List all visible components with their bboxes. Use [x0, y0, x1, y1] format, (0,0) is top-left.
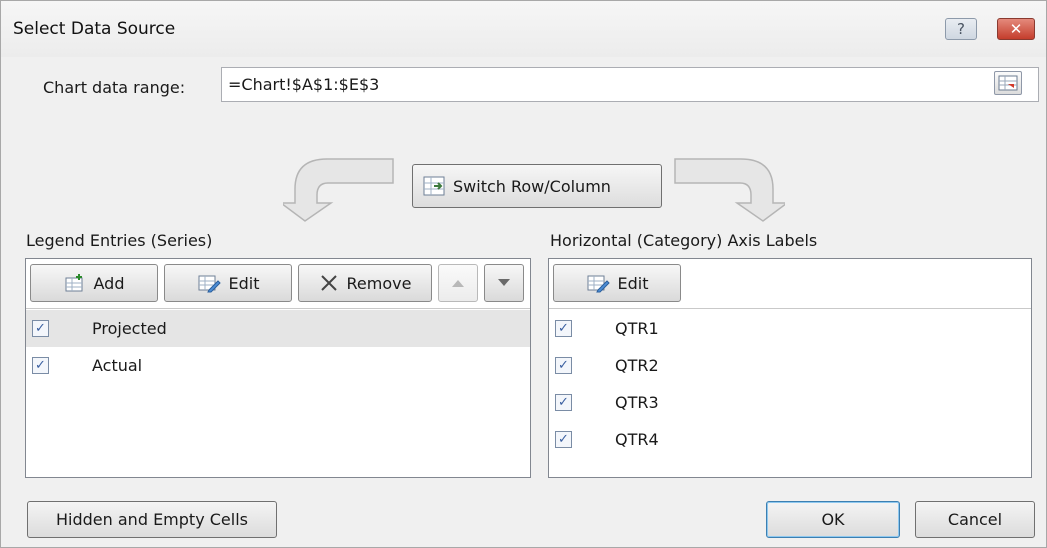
arrow-up-icon	[452, 280, 464, 287]
hidden-empty-cells-button[interactable]: Hidden and Empty Cells	[27, 501, 277, 538]
legend-row-actual[interactable]: ✓ Actual	[26, 347, 530, 384]
chart-data-range-label: Chart data range:	[43, 78, 186, 97]
switch-row-column-button[interactable]: Switch Row/Column	[412, 164, 662, 208]
chart-data-range-input[interactable]: =Chart!$A$1:$E$3	[221, 67, 1039, 102]
add-series-button[interactable]: Add	[30, 264, 158, 302]
switch-row-column-label: Switch Row/Column	[453, 176, 611, 196]
legend-item-label: Projected	[92, 319, 167, 338]
legend-entries-label: Legend Entries (Series)	[26, 231, 213, 250]
close-icon: ✕	[1009, 20, 1023, 38]
curved-arrow-right-icon	[674, 158, 785, 222]
dialog-title: Select Data Source	[13, 19, 176, 39]
add-series-label: Add	[93, 273, 125, 293]
axis-labels-panel: Edit ✓ QTR1 ✓ QTR2 ✓ QTR3 ✓ QTR4	[548, 258, 1032, 478]
actual-checkbox[interactable]: ✓	[32, 357, 49, 374]
switch-row-column-icon	[423, 176, 445, 196]
edit-table-icon	[198, 275, 221, 293]
edit-series-label: Edit	[228, 273, 260, 293]
cancel-button[interactable]: Cancel	[915, 501, 1035, 538]
qtr4-checkbox[interactable]: ✓	[555, 431, 572, 448]
axis-toolbar: Edit	[549, 259, 1031, 309]
curved-arrow-left-icon	[283, 158, 394, 222]
axis-row-qtr1[interactable]: ✓ QTR1	[549, 310, 1031, 347]
move-down-button[interactable]	[484, 264, 524, 302]
ok-label: OK	[821, 510, 845, 529]
axis-item-label: QTR2	[615, 356, 659, 375]
remove-series-label: Remove	[346, 273, 412, 293]
axis-row-qtr2[interactable]: ✓ QTR2	[549, 347, 1031, 384]
collapse-dialog-icon	[998, 75, 1018, 91]
cancel-label: Cancel	[947, 510, 1003, 529]
qtr3-checkbox[interactable]: ✓	[555, 394, 572, 411]
qtr2-checkbox[interactable]: ✓	[555, 357, 572, 374]
axis-labels-label: Horizontal (Category) Axis Labels	[550, 231, 818, 250]
axis-row-qtr4[interactable]: ✓ QTR4	[549, 421, 1031, 458]
edit-axis-labels-label: Edit	[617, 273, 649, 293]
help-icon: ?	[957, 20, 965, 38]
legend-entries-panel: Add Edit Remove ✓ Projected ✓ Actual	[25, 258, 531, 478]
range-picker-button[interactable]	[994, 71, 1022, 95]
title-bar: Select Data Source ? ✕	[1, 1, 1046, 57]
move-up-button[interactable]	[438, 264, 478, 302]
close-button[interactable]: ✕	[997, 18, 1035, 40]
edit-axis-labels-button[interactable]: Edit	[553, 264, 681, 302]
help-button[interactable]: ?	[945, 18, 977, 40]
edit-table-icon	[587, 275, 610, 293]
legend-item-label: Actual	[92, 356, 143, 375]
add-table-icon	[65, 274, 82, 292]
select-data-source-dialog: Select Data Source ? ✕ Chart data range:…	[0, 0, 1047, 548]
axis-row-qtr3[interactable]: ✓ QTR3	[549, 384, 1031, 421]
ok-button[interactable]: OK	[766, 501, 900, 538]
qtr1-checkbox[interactable]: ✓	[555, 320, 572, 337]
legend-toolbar: Add Edit Remove	[26, 259, 530, 309]
edit-series-button[interactable]: Edit	[164, 264, 292, 302]
legend-row-projected[interactable]: ✓ Projected	[26, 310, 530, 347]
axis-item-label: QTR4	[615, 430, 659, 449]
arrow-down-icon	[498, 279, 510, 286]
axis-item-label: QTR1	[615, 319, 659, 338]
projected-checkbox[interactable]: ✓	[32, 320, 49, 337]
hidden-empty-cells-label: Hidden and Empty Cells	[56, 510, 248, 529]
remove-series-button[interactable]: Remove	[298, 264, 432, 302]
chart-data-range-value: =Chart!$A$1:$E$3	[228, 75, 380, 94]
remove-x-icon	[320, 275, 337, 291]
axis-item-label: QTR3	[615, 393, 659, 412]
